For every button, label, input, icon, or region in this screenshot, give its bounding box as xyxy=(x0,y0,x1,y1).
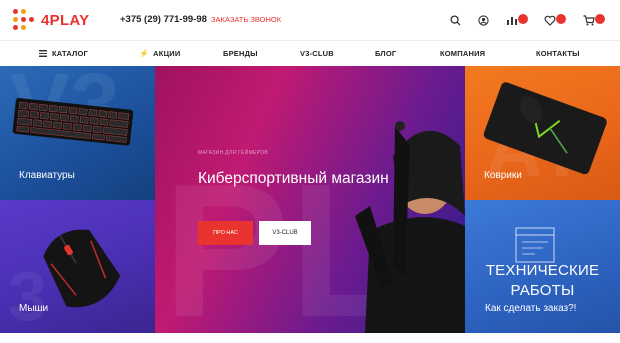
hero-background: PL xyxy=(163,121,465,333)
tile-label-mousepads: Коврики xyxy=(484,170,522,181)
about-button[interactable]: ПРО НАС xyxy=(198,221,253,245)
hero-title: Киберспортивный магазин xyxy=(198,170,389,187)
hero-subtitle: МАГАЗИН ДЛЯ ГЕЙМЕРОВ xyxy=(198,150,269,156)
category-mousepads[interactable]: AY Коврики xyxy=(465,66,620,200)
callback-link[interactable]: ЗАКАЗАТЬ ЗВОНОК xyxy=(211,15,281,24)
phone-number[interactable]: +375 (29) 771-99-98 xyxy=(120,14,207,25)
hero-banner: PL МАГАЗИН ДЛЯ ГЕЙМЕРОВ Киберспортивный … xyxy=(155,66,465,333)
maintenance-line2: РАБОТЫ xyxy=(510,282,575,299)
page-bottom xyxy=(0,333,620,343)
nav-company[interactable]: КОМПАНИЯ xyxy=(440,49,485,58)
nav-v3club[interactable]: V3-CLUB xyxy=(300,49,334,58)
tile-label-mice: Мыши xyxy=(19,303,49,314)
nav-brands[interactable]: БРЕНДЫ xyxy=(223,49,258,58)
nav-blog[interactable]: БЛОГ xyxy=(375,49,396,58)
nav-sales[interactable]: ⚡ АКЦИИ xyxy=(139,49,180,58)
heart-icon[interactable] xyxy=(541,11,566,29)
logo-icon xyxy=(13,9,35,31)
compare-badge xyxy=(518,14,528,24)
header: 4PLAY +375 (29) 771-99-98 ЗАКАЗАТЬ ЗВОНО… xyxy=(0,0,620,40)
cart-icon[interactable] xyxy=(580,11,605,29)
compare-icon[interactable] xyxy=(503,11,528,29)
category-keyboards[interactable]: V3 Клавиатуры xyxy=(0,66,155,200)
wishlist-badge xyxy=(556,14,566,24)
category-mice[interactable]: 3 Мыши xyxy=(0,200,155,333)
lightning-icon: ⚡ xyxy=(139,49,150,58)
grid-icon xyxy=(39,50,47,57)
how-to-order-banner[interactable]: ТЕХНИЧЕСКИЕ РАБОТЫ Как сделать заказ?! xyxy=(465,200,620,333)
v3club-button[interactable]: V3-CLUB xyxy=(259,221,311,245)
main-nav: КАТАЛОГ ⚡ АКЦИИ БРЕНДЫ V3-CLUB БЛОГ КОМП… xyxy=(0,40,620,66)
logo-text: 4PLAY xyxy=(41,11,90,29)
logo[interactable]: 4PLAY xyxy=(13,9,89,31)
maintenance-line1: ТЕХНИЧЕСКИЕ xyxy=(485,262,600,279)
nav-contacts[interactable]: КОНТАКТЫ xyxy=(536,49,580,58)
search-icon[interactable] xyxy=(446,11,464,29)
svg-text:3: 3 xyxy=(8,257,47,333)
tile-label-how-to-order: Как сделать заказ?! xyxy=(485,303,577,314)
tile-label-keyboards: Клавиатуры xyxy=(19,170,75,181)
nav-catalog[interactable]: КАТАЛОГ xyxy=(39,49,88,58)
user-icon[interactable] xyxy=(474,11,492,29)
cart-badge xyxy=(595,14,605,24)
